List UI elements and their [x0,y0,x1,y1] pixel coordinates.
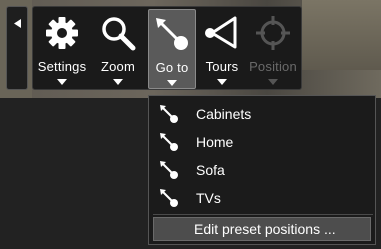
magnifier-icon [102,17,136,51]
edit-preset-positions-label: Edit preset positions ... [194,221,336,237]
menu-item-home[interactable]: Home [155,129,369,155]
settings-label: Settings [37,59,87,74]
goto-arrow-icon [160,105,178,123]
goto-arrow-icon [160,161,178,179]
goto-arrow-icon [160,189,178,207]
menu-item-label: TVs [196,190,221,206]
position-button[interactable]: Position [248,9,298,89]
menu-item-cabinets[interactable]: Cabinets [155,101,369,127]
zoom-label: Zoom [100,59,136,74]
tours-button[interactable]: Tours [197,9,247,89]
crosshair-icon [256,16,290,50]
goto-label: Go to [155,60,189,75]
goto-arrow-icon [156,18,188,50]
menu-divider [153,214,373,215]
settings-button[interactable]: Settings [37,9,87,89]
goto-button[interactable]: Go to [148,9,196,89]
goto-arrow-icon [160,133,178,151]
caret-down-icon [217,79,227,85]
toolbar: Settings Zoom Go to Tours Position [32,6,302,90]
tours-flag-icon [205,16,237,49]
edit-preset-positions-button[interactable]: Edit preset positions ... [153,217,371,241]
caret-down-icon [167,80,177,86]
caret-down-icon [57,79,67,85]
gear-icon [46,17,78,49]
goto-menu: Cabinets Home Sofa TVs Edit preset posit… [148,95,376,245]
chevron-left-icon [13,19,21,28]
menu-item-label: Home [196,134,234,150]
menu-item-label: Sofa [196,162,225,178]
caret-down-icon [113,79,123,85]
position-label: Position [249,59,297,74]
collapse-toolbar-button[interactable] [6,6,28,90]
zoom-button[interactable]: Zoom [93,9,143,89]
caret-down-icon [268,79,278,85]
menu-item-sofa[interactable]: Sofa [155,157,369,183]
menu-item-tvs[interactable]: TVs [155,185,369,211]
menu-item-label: Cabinets [196,106,252,122]
tours-label: Tours [205,59,239,74]
background-wall-right [302,0,381,70]
